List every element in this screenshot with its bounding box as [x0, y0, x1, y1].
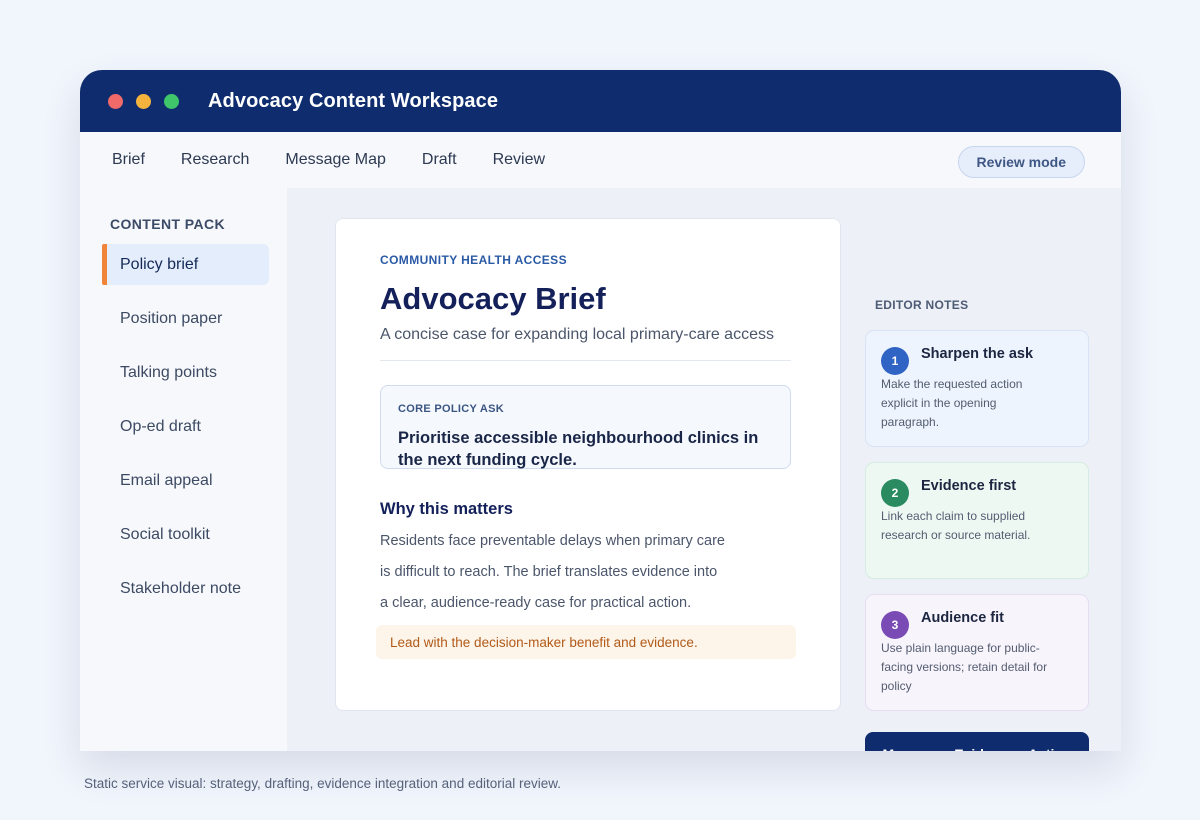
note-number-badge: 2	[881, 479, 909, 507]
note-title: Sharpen the ask	[921, 346, 1034, 362]
maximize-window-button[interactable]	[164, 93, 179, 109]
document-card: COMMUNITY HEALTH ACCESS Advocacy Brief A…	[335, 218, 841, 711]
guidance-callout: Lead with the decision-maker benefit and…	[376, 625, 796, 659]
note-text: Make the requested action explicit in th…	[881, 377, 1023, 429]
sidebar-heading: CONTENT PACK	[110, 216, 225, 232]
sidebar-item-email-appeal[interactable]: Email appeal	[102, 460, 269, 501]
note-number-badge: 1	[881, 347, 909, 375]
top-navigation: Brief Research Message Map Draft Review …	[80, 132, 1121, 189]
tab-draft[interactable]: Draft	[422, 151, 457, 169]
core-policy-ask-box: CORE POLICY ASK Prioritise accessible ne…	[380, 385, 791, 469]
sidebar-item-talking-points[interactable]: Talking points	[102, 352, 269, 393]
sidebar-item-position-paper[interactable]: Position paper	[102, 298, 269, 339]
tab-research[interactable]: Research	[181, 151, 249, 169]
app-title: Advocacy Content Workspace	[208, 89, 499, 112]
note-title: Audience fit	[921, 610, 1004, 626]
review-mode-button[interactable]: Review mode	[957, 146, 1085, 178]
ask-text: Prioritise accessible neighbourhood clin…	[398, 429, 759, 469]
title-bar: Advocacy Content Workspace	[80, 70, 1121, 132]
sidebar-item-op-ed-draft[interactable]: Op-ed draft	[102, 406, 269, 447]
section-title: Why this matters	[380, 500, 513, 518]
sidebar: CONTENT PACK Policy brief Position paper…	[80, 188, 287, 751]
note-text: Link each claim to supplied research or …	[881, 509, 1031, 542]
window-controls	[108, 93, 192, 109]
note-number-badge: 3	[881, 611, 909, 639]
sidebar-item-social-toolkit[interactable]: Social toolkit	[102, 514, 269, 555]
document-eyebrow: COMMUNITY HEALTH ACCESS	[380, 253, 567, 267]
divider	[380, 360, 791, 361]
document-title: Advocacy Brief	[380, 281, 606, 316]
note-title: Evidence first	[921, 478, 1017, 494]
minimize-window-button[interactable]	[136, 93, 151, 109]
body-line: a clear, audience-ready case for practic…	[380, 595, 692, 611]
body-line: is difficult to reach. The brief transla…	[380, 564, 718, 580]
close-window-button[interactable]	[108, 93, 123, 109]
tab-message-map[interactable]: Message Map	[285, 151, 386, 169]
ask-label: CORE POLICY ASK	[398, 403, 504, 415]
sidebar-item-policy-brief[interactable]: Policy brief	[102, 244, 269, 285]
document-subtitle: A concise case for expanding local prima…	[380, 326, 774, 343]
body-line: Residents face preventable delays when p…	[380, 533, 725, 549]
app-window: Advocacy Content Workspace Brief Researc…	[80, 70, 1121, 751]
sidebar-item-stakeholder-note[interactable]: Stakeholder note	[102, 568, 269, 609]
editor-note-card: 2 Evidence first Link each claim to supp…	[865, 462, 1089, 579]
nav-tabs: Brief Research Message Map Draft Review	[112, 132, 581, 188]
editor-note-card: 3 Audience fit Use plain language for pu…	[865, 594, 1089, 711]
editor-note-card: 1 Sharpen the ask Make the requested act…	[865, 330, 1089, 447]
caption: Static service visual: strategy, draftin…	[84, 776, 561, 791]
tab-review[interactable]: Review	[493, 151, 545, 169]
body-paragraph: Residents face preventable delays when p…	[380, 526, 750, 619]
editor-notes-heading: EDITOR NOTES	[875, 298, 969, 312]
tab-brief[interactable]: Brief	[112, 151, 145, 169]
note-text: Use plain language for public-facing ver…	[881, 641, 1048, 693]
message-evidence-action-button[interactable]: Message • Evidence • Action	[865, 732, 1089, 751]
main-area: COMMUNITY HEALTH ACCESS Advocacy Brief A…	[287, 188, 1121, 751]
sidebar-list: Policy brief Position paper Talking poin…	[102, 244, 269, 622]
